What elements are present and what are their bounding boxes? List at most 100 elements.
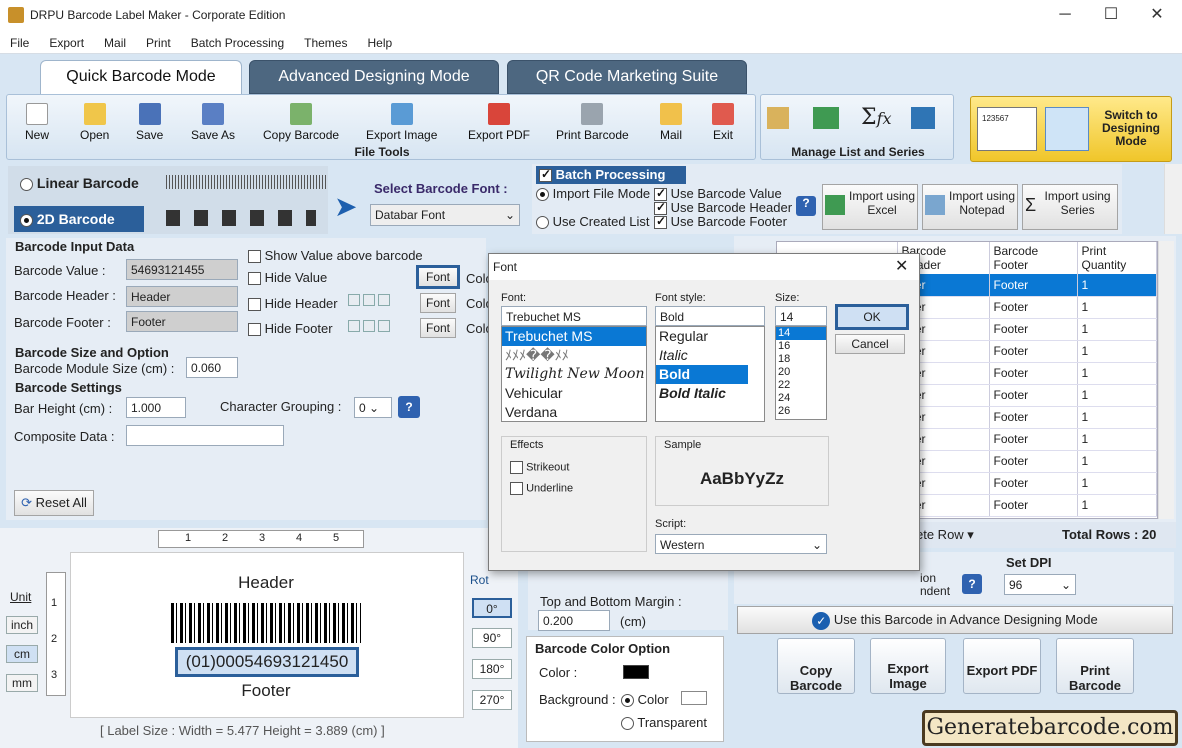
export-image-button[interactable]: Export Image <box>366 103 437 142</box>
font-option[interactable]: Verdana <box>502 403 646 422</box>
background-color-swatch[interactable] <box>681 691 707 705</box>
import-series-button[interactable]: Σ Import using Series <box>1022 184 1118 230</box>
maximize-button[interactable]: ☐ <box>1088 4 1134 28</box>
excel-icon[interactable] <box>813 107 839 129</box>
size-option[interactable]: 22 <box>776 379 826 392</box>
size-option[interactable]: 20 <box>776 366 826 379</box>
menu-themes[interactable]: Themes <box>294 32 357 50</box>
reset-all-button[interactable]: ⟳ Reset All <box>14 490 94 516</box>
script-select[interactable]: Western ⌄ <box>655 534 827 554</box>
rotate-270-button[interactable]: 270° <box>472 690 512 710</box>
exit-button[interactable]: Exit <box>712 103 734 142</box>
switch-designing-mode-button[interactable]: 123567 Switch to Designing Mode <box>970 96 1172 162</box>
hide-header-checkbox[interactable]: Hide Header <box>248 296 338 312</box>
barcode-value-text[interactable]: (01)00054693121450 <box>175 647 359 677</box>
font-size-list[interactable]: 14 16 18 20 22 24 26 <box>775 326 827 420</box>
font-style-list[interactable]: Regular Italic Bold Bold Italic <box>655 326 765 422</box>
style-option[interactable]: Bold Italic <box>656 384 764 403</box>
bar-height-input[interactable]: 1.000 <box>126 397 186 418</box>
menu-batch-processing[interactable]: Batch Processing <box>181 32 294 50</box>
tab-quick-barcode[interactable]: Quick Barcode Mode <box>40 60 242 94</box>
size-option[interactable]: 26 <box>776 405 826 418</box>
composite-data-input[interactable] <box>126 425 284 446</box>
hide-footer-checkbox[interactable]: Hide Footer <box>248 321 333 337</box>
top-bottom-margin-input[interactable]: 0.200 <box>538 610 610 631</box>
rotate-180-button[interactable]: 180° <box>472 659 512 679</box>
size-option[interactable]: 16 <box>776 340 826 353</box>
font-option[interactable]: Twilight New Moon <box>502 365 646 384</box>
print-barcode-button[interactable]: Print Barcode <box>556 103 629 142</box>
hide-value-checkbox[interactable]: Hide Value <box>248 270 327 286</box>
font-style-input[interactable]: Bold <box>655 306 765 326</box>
use-barcode-value-checkbox[interactable]: Use Barcode Value <box>654 186 782 202</box>
label-canvas[interactable]: Header (01)00054693121450 Footer <box>70 552 464 718</box>
rotate-0-button[interactable]: 0° <box>472 598 512 618</box>
barcode-value-input[interactable]: 54693121455 <box>126 259 238 280</box>
delete-row-button[interactable]: ete Row ▾ <box>916 527 974 543</box>
new-button[interactable]: New <box>25 103 49 142</box>
barcode-font-select[interactable]: Databar Font ⌄ <box>370 204 520 226</box>
font-name-input[interactable]: Trebuchet MS <box>501 306 647 326</box>
export-pdf-action[interactable]: Export PDF <box>963 638 1041 694</box>
export-image-action[interactable]: Export Image <box>870 638 946 694</box>
value-font-button[interactable]: Font <box>416 265 460 289</box>
2d-barcode-radio[interactable]: 2D Barcode <box>14 206 144 232</box>
size-option[interactable]: 24 <box>776 392 826 405</box>
style-option[interactable]: Bold <box>656 365 748 384</box>
barcode-header-input[interactable]: Header <box>126 286 238 307</box>
strikeout-checkbox[interactable]: Strikeout <box>510 461 569 474</box>
dpi-select[interactable]: 96 ⌄ <box>1004 574 1076 595</box>
help-icon[interactable]: ? <box>962 574 982 594</box>
unit-mm-button[interactable]: mm <box>6 674 38 692</box>
import-file-mode-radio[interactable]: Import File Mode <box>536 186 650 202</box>
style-option[interactable]: Italic <box>656 346 764 365</box>
copy-barcode-button[interactable]: Copy Barcode <box>263 103 339 142</box>
font-option[interactable]: Trebuchet MS <box>502 327 646 346</box>
rotate-90-button[interactable]: 90° <box>472 628 512 648</box>
batch-processing-checkbox[interactable]: Batch Processing <box>536 166 686 184</box>
export-pdf-button[interactable]: Export PDF <box>468 103 530 142</box>
use-advance-mode-button[interactable]: ✓ Use this Barcode in Advance Designing … <box>737 606 1173 634</box>
style-option[interactable]: Regular <box>656 327 764 346</box>
edit-list-icon[interactable] <box>767 107 789 129</box>
size-option[interactable]: 14 <box>776 327 826 340</box>
footer-align-group[interactable] <box>348 320 393 335</box>
menu-mail[interactable]: Mail <box>94 32 136 50</box>
background-color-radio[interactable]: Color <box>621 692 669 708</box>
import-excel-button[interactable]: Import using Excel <box>822 184 918 230</box>
menu-file[interactable]: File <box>0 32 39 50</box>
header-align-group[interactable] <box>348 294 393 309</box>
minimize-button[interactable]: ─ <box>1042 4 1088 28</box>
show-value-above-checkbox[interactable]: Show Value above barcode <box>248 248 423 264</box>
help-icon[interactable]: ? <box>398 396 420 418</box>
linear-barcode-radio[interactable]: Linear Barcode <box>20 175 139 191</box>
grid-scrollbar[interactable] <box>1158 241 1174 519</box>
open-button[interactable]: Open <box>80 103 109 142</box>
transparent-radio[interactable]: Transparent <box>621 715 707 731</box>
char-grouping-select[interactable]: 0 ⌄ <box>354 397 392 418</box>
save-as-button[interactable]: Save As <box>191 103 235 142</box>
font-list[interactable]: Trebuchet MS ﾒﾒﾒ��ﾒﾒ Twilight New Moon V… <box>501 326 647 422</box>
font-option[interactable]: Vehicular <box>502 384 646 403</box>
series-icon[interactable]: Σfx <box>861 105 892 130</box>
save-button[interactable]: Save <box>136 103 163 142</box>
header-font-button[interactable]: Font <box>420 293 456 313</box>
tab-qr-marketing[interactable]: QR Code Marketing Suite <box>507 60 747 94</box>
copy-barcode-action[interactable]: Copy Barcode <box>777 638 855 694</box>
swap-icon[interactable] <box>911 107 935 129</box>
top-scrollbar[interactable] <box>1164 164 1182 234</box>
barcode-color-swatch[interactable] <box>623 665 649 679</box>
import-notepad-button[interactable]: Import using Notepad <box>922 184 1018 230</box>
size-option[interactable]: 18 <box>776 353 826 366</box>
use-barcode-header-checkbox[interactable]: Use Barcode Header <box>654 200 792 216</box>
use-created-list-radio[interactable]: Use Created List <box>536 214 649 230</box>
use-barcode-footer-checkbox[interactable]: Use Barcode Footer <box>654 214 787 230</box>
ok-button[interactable]: OK <box>835 304 909 330</box>
cancel-button[interactable]: Cancel <box>835 334 905 354</box>
barcode-footer-input[interactable]: Footer <box>126 311 238 332</box>
unit-cm-button[interactable]: cm <box>6 645 38 663</box>
font-size-input[interactable]: 14 <box>775 306 827 326</box>
print-barcode-action[interactable]: Print Barcode <box>1056 638 1134 694</box>
close-icon[interactable]: ✕ <box>895 256 908 276</box>
underline-checkbox[interactable]: Underline <box>510 482 573 495</box>
